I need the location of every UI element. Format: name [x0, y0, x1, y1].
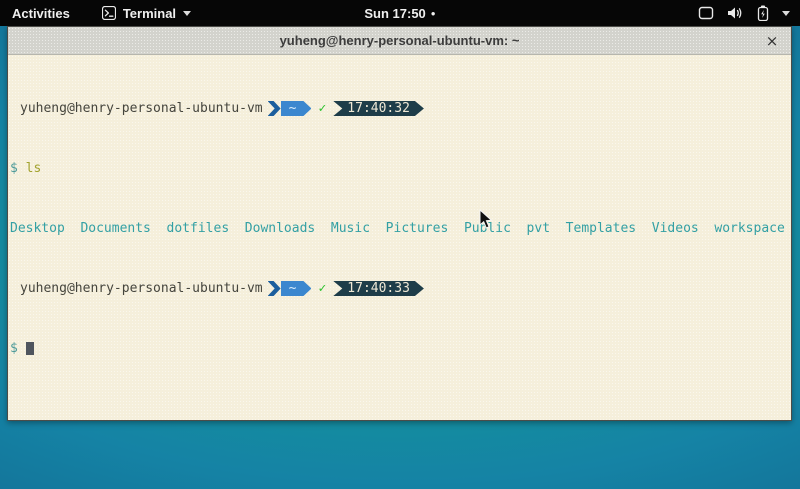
dir-entry: Documents: [80, 221, 150, 236]
text-cursor: [26, 342, 34, 355]
prompt-line-1: yuheng@henry-personal-ubuntu-vm ~ ✓ 17:4…: [10, 101, 789, 116]
activities-button[interactable]: Activities: [0, 0, 82, 26]
dir-entry: pvt: [527, 221, 550, 236]
clock-menu[interactable]: Sun 17:50 ●: [356, 0, 443, 26]
window-title: yuheng@henry-personal-ubuntu-vm: ~: [280, 33, 520, 48]
chevron-down-icon: [183, 11, 191, 16]
dir-entry: Desktop: [10, 221, 65, 236]
window-titlebar[interactable]: yuheng@henry-personal-ubuntu-vm: ~ ×: [8, 27, 791, 55]
powerline-time-segment: 17:40:32: [333, 101, 424, 116]
dir-entry: Music: [331, 221, 370, 236]
command-line: $ ls: [10, 161, 789, 176]
dir-entry: Templates: [566, 221, 636, 236]
dir-entry: dotfiles: [167, 221, 230, 236]
dir-entry: workspace: [714, 221, 784, 236]
prompt-line-2: yuheng@henry-personal-ubuntu-vm ~ ✓ 17:4…: [10, 281, 789, 296]
powerline-chevron-icon: [268, 281, 281, 296]
app-menu-label: Terminal: [123, 6, 176, 21]
terminal-icon: [102, 6, 116, 20]
dir-entry: Pictures: [386, 221, 449, 236]
desktop: Activities Terminal Sun 17:50 ●: [0, 0, 800, 489]
dir-entry: Public: [464, 221, 511, 236]
battery-charging-icon: [757, 5, 769, 21]
powerline-chevron-icon: [268, 101, 281, 116]
terminal-window: yuheng@henry-personal-ubuntu-vm: ~ × yuh…: [7, 26, 792, 421]
clock-label: Sun 17:50: [364, 6, 425, 21]
status-check-icon: ✓: [318, 101, 326, 116]
prompt-symbol: $: [10, 161, 18, 176]
powerline-directory-segment: ~: [281, 101, 312, 116]
top-bar: Activities Terminal Sun 17:50 ●: [0, 0, 800, 26]
prompt-user-host: yuheng@henry-personal-ubuntu-vm: [20, 101, 263, 116]
dir-entry: Downloads: [245, 221, 315, 236]
notification-dot-icon: ●: [431, 10, 436, 18]
chevron-down-icon: [782, 11, 790, 16]
terminal-content[interactable]: yuheng@henry-personal-ubuntu-vm ~ ✓ 17:4…: [8, 55, 791, 420]
powerline-directory-segment: ~: [281, 281, 312, 296]
close-button[interactable]: ×: [761, 27, 783, 54]
input-line: $: [10, 341, 789, 356]
app-menu-terminal[interactable]: Terminal: [96, 0, 197, 26]
prompt-symbol: $: [10, 341, 18, 356]
command-text: ls: [26, 161, 42, 176]
volume-icon: [727, 6, 744, 20]
status-check-icon: ✓: [318, 281, 326, 296]
display-icon: [698, 6, 714, 20]
ls-output-line: Desktop Documents dotfiles Downloads Music Pi…: [10, 221, 789, 236]
prompt-user-host: yuheng@henry-personal-ubuntu-vm: [20, 281, 263, 296]
system-status-menu[interactable]: [692, 0, 800, 26]
dir-entry: Videos: [652, 221, 699, 236]
powerline-time-segment: 17:40:33: [333, 281, 424, 296]
